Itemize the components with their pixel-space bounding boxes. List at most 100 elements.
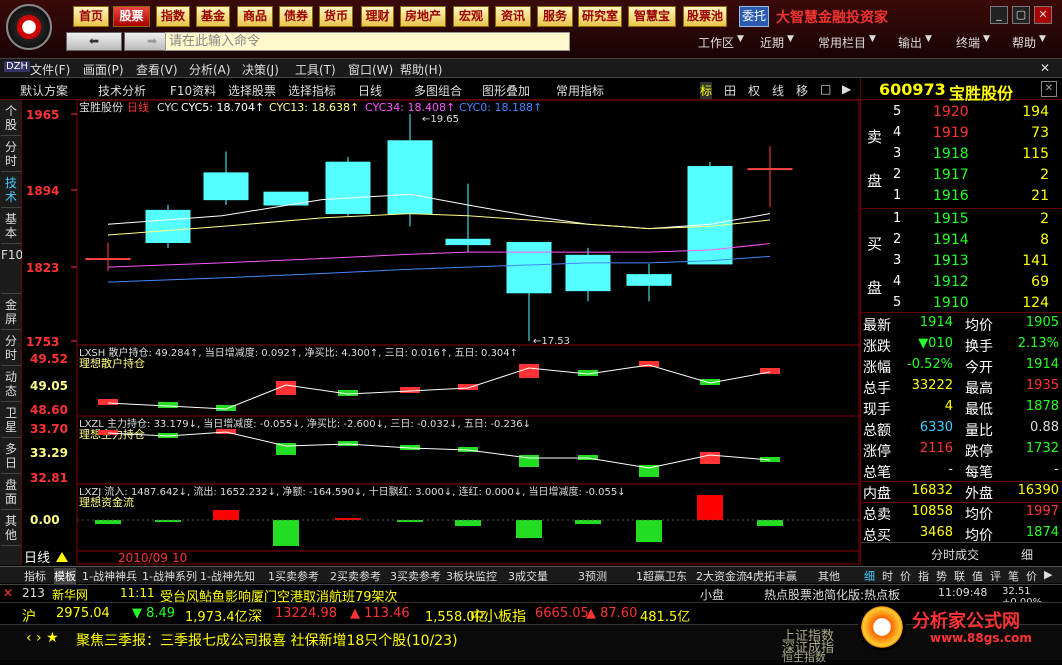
nav-4[interactable]: 商品 bbox=[237, 6, 273, 27]
panel-tab-4[interactable]: 势 bbox=[936, 568, 947, 584]
tick-trades-button[interactable]: 分时成交 bbox=[931, 546, 979, 563]
toolbar-4[interactable]: 选择指标 bbox=[288, 82, 336, 99]
indicator-tab-8[interactable]: 3板块监控 bbox=[446, 568, 497, 584]
level-price[interactable]: 1917 bbox=[933, 167, 969, 183]
indicator-tab-3[interactable]: 1-战神系列 bbox=[142, 568, 197, 584]
side-tab-11[interactable]: 其他 bbox=[1, 512, 21, 546]
maximize-icon[interactable]: ▢ bbox=[1012, 6, 1030, 24]
toolbar-right-5[interactable]: □ bbox=[820, 82, 831, 96]
right-menu-2[interactable]: 常用栏目 bbox=[818, 34, 866, 51]
indicator-tab-5[interactable]: 1买卖参考 bbox=[268, 568, 319, 584]
toolbar-right-0[interactable]: 标 bbox=[700, 82, 713, 99]
side-tab-7[interactable]: 动态 bbox=[1, 368, 21, 402]
nav-9[interactable]: 宏观 bbox=[453, 6, 489, 27]
indicator-tab-6[interactable]: 2买卖参考 bbox=[330, 568, 381, 584]
panel-tab-10[interactable]: ▶ bbox=[1044, 568, 1052, 581]
toolbar-6[interactable]: 多图组合 bbox=[414, 82, 462, 99]
side-tab-9[interactable]: 多日 bbox=[1, 440, 21, 474]
menu-5[interactable]: 工具(T) bbox=[295, 61, 336, 78]
indicator-tab-2[interactable]: 1-战神神兵 bbox=[82, 568, 137, 584]
toolbar-0[interactable]: 默认方案 bbox=[20, 82, 68, 99]
level-price[interactable]: 1916 bbox=[933, 188, 969, 204]
menu-4[interactable]: 决策(J) bbox=[242, 61, 279, 78]
indicator-tab-1[interactable]: 模板 bbox=[54, 568, 76, 584]
nav-3[interactable]: 基金 bbox=[196, 6, 230, 27]
nav-1[interactable]: 股票 bbox=[113, 6, 150, 27]
nav-2[interactable]: 指数 bbox=[156, 6, 190, 27]
level-price[interactable]: 1919 bbox=[933, 125, 969, 141]
panel-tab-9[interactable]: 价 bbox=[1026, 568, 1037, 584]
kline-chart[interactable]: 1965 1894 1823 1753 宝胜股份 日线 CYC CYC5: 18.704↑ CY… bbox=[22, 99, 860, 566]
panel-tab-8[interactable]: 笔 bbox=[1008, 568, 1019, 584]
right-menu-0[interactable]: 工作区 bbox=[698, 34, 734, 51]
indicator-tab-10[interactable]: 3预测 bbox=[578, 568, 607, 584]
app-logo[interactable] bbox=[6, 4, 52, 50]
indicator-tab-9[interactable]: 3成交量 bbox=[508, 568, 548, 584]
menu-6[interactable]: 窗口(W) bbox=[348, 61, 393, 78]
detail-button[interactable]: 细 bbox=[1021, 546, 1033, 563]
right-menu-4[interactable]: 终端 bbox=[956, 34, 980, 51]
nav-0[interactable]: 首页 bbox=[73, 6, 109, 27]
close-icon[interactable]: ✕ bbox=[1034, 6, 1052, 24]
toolbar-right-1[interactable]: 田 bbox=[724, 82, 736, 99]
side-tab-10[interactable]: 盘面 bbox=[1, 476, 21, 510]
panel-tab-0[interactable]: 细 bbox=[864, 568, 875, 584]
panel-tab-5[interactable]: 联 bbox=[954, 568, 965, 584]
nav-6[interactable]: 货币 bbox=[319, 6, 353, 27]
side-tab-2[interactable]: 技术 bbox=[1, 174, 21, 208]
nav-7[interactable]: 理财 bbox=[361, 6, 394, 27]
toolbar-right-4[interactable]: 移 bbox=[796, 82, 808, 99]
back-button[interactable]: ⬅ bbox=[66, 32, 122, 51]
toolbar-8[interactable]: 常用指标 bbox=[556, 82, 604, 99]
toolbar-3[interactable]: 选择股票 bbox=[228, 82, 276, 99]
right-menu-1[interactable]: 近期 bbox=[760, 34, 784, 51]
toolbar-1[interactable]: 技术分析 bbox=[98, 82, 146, 99]
toolbar-right-2[interactable]: 权 bbox=[748, 82, 760, 99]
panel-tab-2[interactable]: 价 bbox=[900, 568, 911, 584]
level-price[interactable]: 1915 bbox=[933, 211, 969, 227]
indicator-tab-0[interactable]: 指标 bbox=[24, 568, 46, 584]
nav-12[interactable]: 研究室 bbox=[578, 6, 622, 27]
indicator-tab-13[interactable]: 4虎拓丰赢 bbox=[746, 568, 797, 584]
nav-11[interactable]: 服务 bbox=[537, 6, 573, 27]
side-tab-8[interactable]: 卫星 bbox=[1, 404, 21, 438]
menu-2[interactable]: 查看(V) bbox=[136, 61, 178, 78]
link-hszs[interactable]: 恒生指数 bbox=[782, 649, 826, 665]
level-price[interactable]: 1918 bbox=[933, 146, 969, 162]
panel-tab-3[interactable]: 指 bbox=[918, 568, 929, 584]
indicator-tab-4[interactable]: 1-战神先知 bbox=[200, 568, 255, 584]
nav-8[interactable]: 房地产 bbox=[400, 6, 446, 27]
side-tab-5[interactable]: 金屏 bbox=[1, 296, 21, 330]
command-input[interactable]: 请在此输入命令 bbox=[165, 32, 570, 51]
indicator-tab-12[interactable]: 2大资金流 bbox=[696, 568, 747, 584]
indicator-tab-11[interactable]: 1超赢卫东 bbox=[636, 568, 687, 584]
ticker-close-icon[interactable]: ✕ bbox=[3, 586, 13, 600]
indicator-tab-7[interactable]: 3买卖参考 bbox=[390, 568, 441, 584]
side-tab-4[interactable]: F10 bbox=[1, 246, 23, 294]
right-menu-3[interactable]: 输出 bbox=[898, 34, 922, 51]
chart-area[interactable]: 1965 1894 1823 1753 宝胜股份 日线 CYC CYC5: 18.704↑ CY… bbox=[22, 99, 860, 566]
level-price[interactable]: 1912 bbox=[933, 274, 969, 290]
minimize-icon[interactable]: _ bbox=[990, 6, 1008, 24]
side-tab-6[interactable]: 分时 bbox=[1, 332, 21, 366]
nav-5[interactable]: 债券 bbox=[279, 6, 313, 27]
indicator-tab-14[interactable]: 其他 bbox=[818, 568, 840, 584]
side-tab-3[interactable]: 基本 bbox=[1, 210, 21, 244]
nav-14[interactable]: 股票池 bbox=[683, 6, 727, 27]
nav-10[interactable]: 资讯 bbox=[495, 6, 531, 27]
right-menu-5[interactable]: 帮助 bbox=[1012, 34, 1036, 51]
menu-1[interactable]: 画面(P) bbox=[83, 61, 124, 78]
trade-button[interactable]: 委托 bbox=[739, 6, 769, 27]
menu-3[interactable]: 分析(A) bbox=[189, 61, 231, 78]
news-nav-icons[interactable]: ‹ › ★ bbox=[26, 630, 59, 646]
level-price[interactable]: 1920 bbox=[933, 104, 969, 120]
panel-tab-7[interactable]: 评 bbox=[990, 568, 1001, 584]
toolbar-7[interactable]: 图形叠加 bbox=[482, 82, 530, 99]
panel-tab-1[interactable]: 时 bbox=[882, 568, 893, 584]
toolbar-right-3[interactable]: 线 bbox=[772, 82, 784, 99]
toolbar-5[interactable]: 日线 bbox=[358, 82, 382, 99]
panel-tab-6[interactable]: 值 bbox=[972, 568, 983, 584]
period-tag[interactable]: 日线 bbox=[24, 551, 50, 566]
side-tab-0[interactable]: 个股 bbox=[1, 102, 21, 136]
toolbar-right-6[interactable]: ▶ bbox=[842, 82, 851, 96]
